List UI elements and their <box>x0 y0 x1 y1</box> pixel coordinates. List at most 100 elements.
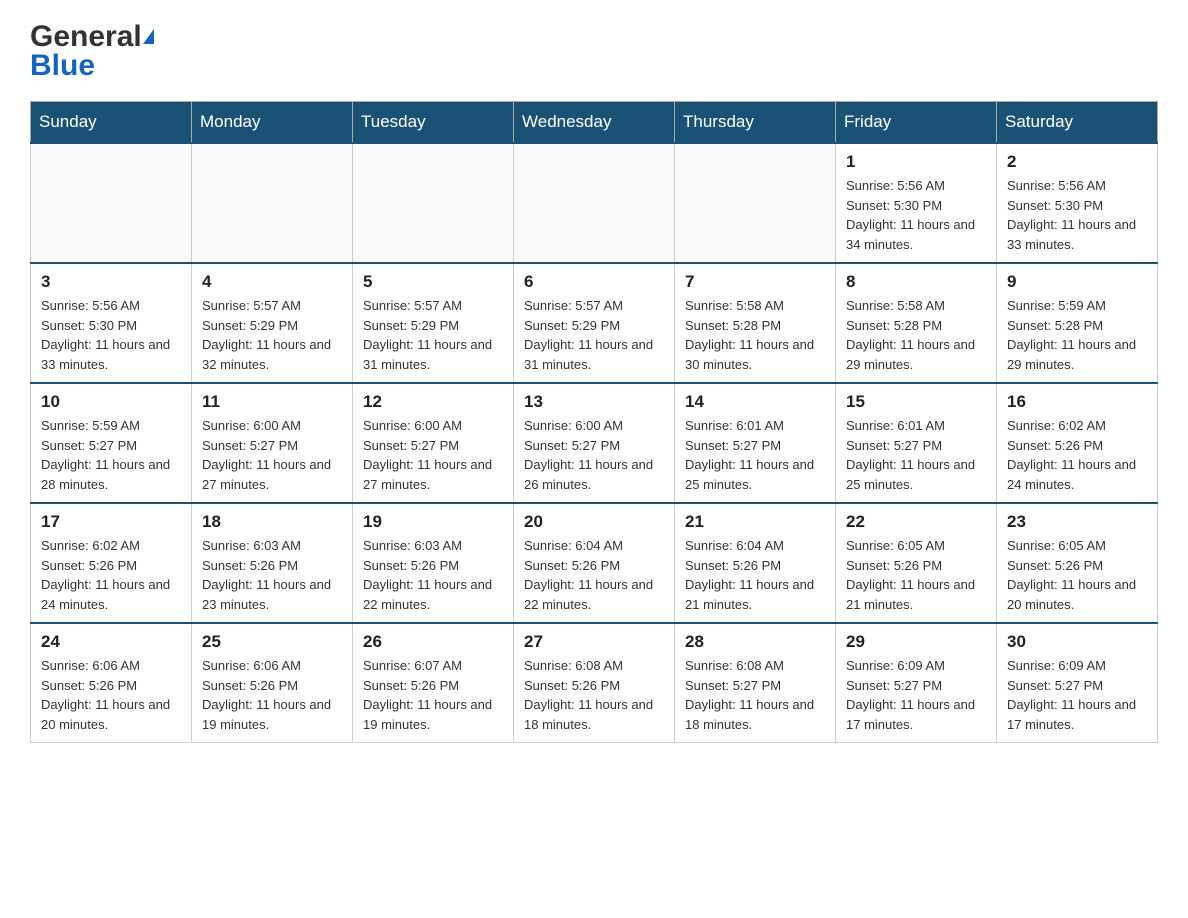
calendar-cell: 2Sunrise: 5:56 AM Sunset: 5:30 PM Daylig… <box>997 143 1158 263</box>
week-row-4: 17 Sunrise: 6:02 AM Sunset: 5:26 PM Dayli… <box>31 503 1158 623</box>
calendar-cell: 15 Sunrise: 6:01 AM Sunset: 5:27 PM Dayli… <box>836 383 997 503</box>
day-sun-info: Sunrise: 6:01 AM Sunset: 5:27 PM Dayligh… <box>846 416 986 494</box>
calendar-cell: 8 Sunrise: 5:58 AM Sunset: 5:28 PM Daylig… <box>836 263 997 383</box>
day-number: 10 <box>41 392 181 412</box>
day-sun-info: Sunrise: 5:58 AM Sunset: 5:28 PM Dayligh… <box>846 296 986 374</box>
week-row-5: 24 Sunrise: 6:06 AM Sunset: 5:26 PM Dayli… <box>31 623 1158 743</box>
weekday-header-row: SundayMondayTuesdayWednesdayThursdayFrid… <box>31 102 1158 144</box>
day-sun-info: Sunrise: 6:02 AM Sunset: 5:26 PM Dayligh… <box>1007 416 1147 494</box>
calendar-cell: 19Sunrise: 6:03 AM Sunset: 5:26 PM Dayli… <box>353 503 514 623</box>
day-number: 9 <box>1007 272 1147 292</box>
weekday-header-friday: Friday <box>836 102 997 144</box>
calendar-cell: 22 Sunrise: 6:05 AM Sunset: 5:26 PM Dayli… <box>836 503 997 623</box>
day-sun-info: Sunrise: 6:07 AM Sunset: 5:26 PM Dayligh… <box>363 656 503 734</box>
day-number: 5 <box>363 272 503 292</box>
calendar-cell: 17 Sunrise: 6:02 AM Sunset: 5:26 PM Dayli… <box>31 503 192 623</box>
calendar-cell: 30 Sunrise: 6:09 AM Sunset: 5:27 PM Dayli… <box>997 623 1158 743</box>
calendar-cell: 9 Sunrise: 5:59 AM Sunset: 5:28 PM Daylig… <box>997 263 1158 383</box>
day-sun-info: Sunrise: 5:57 AM Sunset: 5:29 PM Dayligh… <box>202 296 342 374</box>
calendar-cell: 1 Sunrise: 5:56 AM Sunset: 5:30 PM Daylig… <box>836 143 997 263</box>
logo: General Blue <box>30 20 154 81</box>
weekday-header-saturday: Saturday <box>997 102 1158 144</box>
day-sun-info: Sunrise: 5:59 AM Sunset: 5:28 PM Dayligh… <box>1007 296 1147 374</box>
day-sun-info: Sunrise: 5:56 AM Sunset: 5:30 PM Dayligh… <box>41 296 181 374</box>
day-number: 30 <box>1007 632 1147 652</box>
day-number: 16 <box>1007 392 1147 412</box>
day-sun-info: Sunrise: 6:00 AM Sunset: 5:27 PM Dayligh… <box>363 416 503 494</box>
day-number: 26 <box>363 632 503 652</box>
day-number: 15 <box>846 392 986 412</box>
weekday-header-tuesday: Tuesday <box>353 102 514 144</box>
day-number: 18 <box>202 512 342 532</box>
day-sun-info: Sunrise: 6:08 AM Sunset: 5:27 PM Dayligh… <box>685 656 825 734</box>
day-sun-info: Sunrise: 6:09 AM Sunset: 5:27 PM Dayligh… <box>1007 656 1147 734</box>
day-number: 3 <box>41 272 181 292</box>
calendar-cell: 21 Sunrise: 6:04 AM Sunset: 5:26 PM Dayli… <box>675 503 836 623</box>
day-number: 11 <box>202 392 342 412</box>
day-number: 6 <box>524 272 664 292</box>
page-header: General Blue <box>30 20 1158 81</box>
calendar-cell <box>192 143 353 263</box>
day-number: 1 <box>846 152 986 172</box>
day-number: 23 <box>1007 512 1147 532</box>
calendar-cell: 25 Sunrise: 6:06 AM Sunset: 5:26 PM Dayli… <box>192 623 353 743</box>
calendar-cell: 18 Sunrise: 6:03 AM Sunset: 5:26 PM Dayli… <box>192 503 353 623</box>
calendar-cell <box>31 143 192 263</box>
weekday-header-thursday: Thursday <box>675 102 836 144</box>
day-number: 17 <box>41 512 181 532</box>
calendar-cell: 26 Sunrise: 6:07 AM Sunset: 5:26 PM Dayli… <box>353 623 514 743</box>
calendar-cell: 20 Sunrise: 6:04 AM Sunset: 5:26 PM Dayli… <box>514 503 675 623</box>
day-number: 29 <box>846 632 986 652</box>
day-number: 13 <box>524 392 664 412</box>
day-sun-info: Sunrise: 5:57 AM Sunset: 5:29 PM Dayligh… <box>363 296 503 374</box>
day-number: 20 <box>524 512 664 532</box>
day-sun-info: Sunrise: 6:05 AM Sunset: 5:26 PM Dayligh… <box>846 536 986 614</box>
calendar-cell: 10 Sunrise: 5:59 AM Sunset: 5:27 PM Dayli… <box>31 383 192 503</box>
calendar-table: SundayMondayTuesdayWednesdayThursdayFrid… <box>30 101 1158 743</box>
calendar-cell: 14Sunrise: 6:01 AM Sunset: 5:27 PM Dayli… <box>675 383 836 503</box>
calendar-cell: 28 Sunrise: 6:08 AM Sunset: 5:27 PM Dayli… <box>675 623 836 743</box>
day-sun-info: Sunrise: 6:04 AM Sunset: 5:26 PM Dayligh… <box>685 536 825 614</box>
day-sun-info: Sunrise: 6:06 AM Sunset: 5:26 PM Dayligh… <box>202 656 342 734</box>
calendar-cell: 11Sunrise: 6:00 AM Sunset: 5:27 PM Dayli… <box>192 383 353 503</box>
day-number: 8 <box>846 272 986 292</box>
day-number: 25 <box>202 632 342 652</box>
week-row-2: 3 Sunrise: 5:56 AM Sunset: 5:30 PM Daylig… <box>31 263 1158 383</box>
day-sun-info: Sunrise: 5:56 AM Sunset: 5:30 PM Dayligh… <box>1007 176 1147 254</box>
day-sun-info: Sunrise: 6:05 AM Sunset: 5:26 PM Dayligh… <box>1007 536 1147 614</box>
calendar-cell: 3 Sunrise: 5:56 AM Sunset: 5:30 PM Daylig… <box>31 263 192 383</box>
day-number: 12 <box>363 392 503 412</box>
day-sun-info: Sunrise: 5:59 AM Sunset: 5:27 PM Dayligh… <box>41 416 181 494</box>
week-row-3: 10 Sunrise: 5:59 AM Sunset: 5:27 PM Dayli… <box>31 383 1158 503</box>
calendar-cell: 6 Sunrise: 5:57 AM Sunset: 5:29 PM Daylig… <box>514 263 675 383</box>
day-sun-info: Sunrise: 6:00 AM Sunset: 5:27 PM Dayligh… <box>524 416 664 494</box>
day-sun-info: Sunrise: 6:09 AM Sunset: 5:27 PM Dayligh… <box>846 656 986 734</box>
calendar-cell: 27Sunrise: 6:08 AM Sunset: 5:26 PM Dayli… <box>514 623 675 743</box>
logo-blue: Blue <box>30 51 95 81</box>
day-number: 24 <box>41 632 181 652</box>
day-sun-info: Sunrise: 6:08 AM Sunset: 5:26 PM Dayligh… <box>524 656 664 734</box>
day-number: 28 <box>685 632 825 652</box>
weekday-header-monday: Monday <box>192 102 353 144</box>
calendar-cell: 16 Sunrise: 6:02 AM Sunset: 5:26 PM Dayli… <box>997 383 1158 503</box>
day-number: 22 <box>846 512 986 532</box>
weekday-header-sunday: Sunday <box>31 102 192 144</box>
day-sun-info: Sunrise: 6:06 AM Sunset: 5:26 PM Dayligh… <box>41 656 181 734</box>
calendar-cell: 7Sunrise: 5:58 AM Sunset: 5:28 PM Daylig… <box>675 263 836 383</box>
day-sun-info: Sunrise: 6:03 AM Sunset: 5:26 PM Dayligh… <box>202 536 342 614</box>
calendar-cell: 29 Sunrise: 6:09 AM Sunset: 5:27 PM Dayli… <box>836 623 997 743</box>
calendar-cell: 24 Sunrise: 6:06 AM Sunset: 5:26 PM Dayli… <box>31 623 192 743</box>
day-number: 7 <box>685 272 825 292</box>
day-sun-info: Sunrise: 5:56 AM Sunset: 5:30 PM Dayligh… <box>846 176 986 254</box>
calendar-cell <box>353 143 514 263</box>
day-sun-info: Sunrise: 5:57 AM Sunset: 5:29 PM Dayligh… <box>524 296 664 374</box>
calendar-cell: 23 Sunrise: 6:05 AM Sunset: 5:26 PM Dayli… <box>997 503 1158 623</box>
calendar-cell: 13 Sunrise: 6:00 AM Sunset: 5:27 PM Dayli… <box>514 383 675 503</box>
day-number: 19 <box>363 512 503 532</box>
calendar-cell <box>514 143 675 263</box>
day-number: 21 <box>685 512 825 532</box>
logo-triangle-icon <box>143 29 154 44</box>
day-sun-info: Sunrise: 6:02 AM Sunset: 5:26 PM Dayligh… <box>41 536 181 614</box>
day-sun-info: Sunrise: 6:04 AM Sunset: 5:26 PM Dayligh… <box>524 536 664 614</box>
calendar-cell: 4Sunrise: 5:57 AM Sunset: 5:29 PM Daylig… <box>192 263 353 383</box>
